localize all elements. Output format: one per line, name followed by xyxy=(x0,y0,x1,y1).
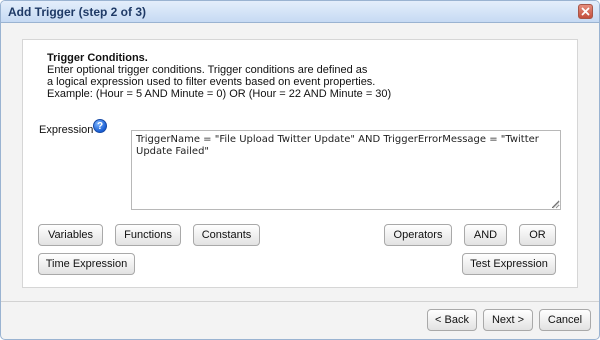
dialog-title: Add Trigger (step 2 of 3) xyxy=(8,5,147,19)
dialog-titlebar[interactable]: Add Trigger (step 2 of 3) xyxy=(1,1,599,23)
resize-grip-icon[interactable] xyxy=(552,201,560,209)
operators-button[interactable]: Operators xyxy=(384,224,452,246)
or-button[interactable]: OR xyxy=(519,224,556,246)
expression-label: Expression xyxy=(39,124,94,136)
conditions-info: Trigger Conditions. Enter optional trigg… xyxy=(47,52,391,100)
footer-divider xyxy=(1,301,599,302)
close-button[interactable] xyxy=(578,4,593,19)
conditions-description-line-2: a logical expression used to filter even… xyxy=(47,76,376,88)
help-icon[interactable]: ? xyxy=(93,119,107,133)
test-expression-button[interactable]: Test Expression xyxy=(462,253,556,275)
back-button[interactable]: < Back xyxy=(427,309,477,331)
time-expression-button[interactable]: Time Expression xyxy=(38,253,135,275)
expression-textarea[interactable]: TriggerName = "File Upload Twitter Updat… xyxy=(131,130,561,210)
and-button[interactable]: AND xyxy=(464,224,507,246)
add-trigger-dialog: Add Trigger (step 2 of 3) Trigger Condit… xyxy=(0,0,600,340)
variables-button[interactable]: Variables xyxy=(38,224,103,246)
conditions-description-line-1: Enter optional trigger conditions. Trigg… xyxy=(47,64,368,76)
conditions-example: Example: (Hour = 5 AND Minute = 0) OR (H… xyxy=(47,88,392,100)
next-button[interactable]: Next > xyxy=(483,309,533,331)
close-icon xyxy=(581,7,590,16)
conditions-heading: Trigger Conditions. xyxy=(47,52,148,64)
functions-button[interactable]: Functions xyxy=(115,224,181,246)
cancel-button[interactable]: Cancel xyxy=(539,309,591,331)
constants-button[interactable]: Constants xyxy=(193,224,260,246)
